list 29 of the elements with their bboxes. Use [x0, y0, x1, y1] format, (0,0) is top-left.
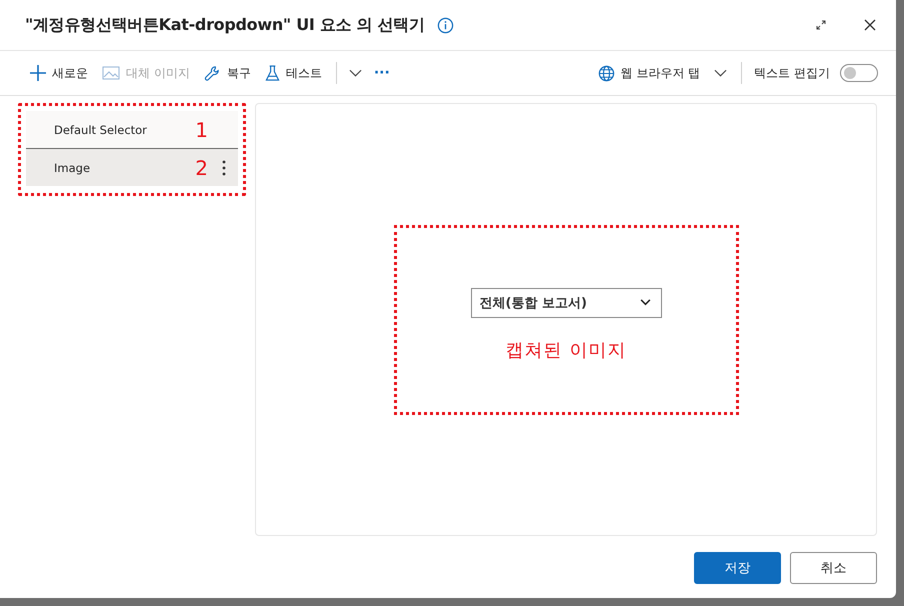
more-button[interactable]: ···	[374, 65, 396, 81]
selector-item[interactable]: Image 2	[26, 149, 238, 186]
image-icon	[102, 66, 120, 80]
browser-dropdown[interactable]: 웹 브라우저 탭	[598, 64, 734, 82]
save-button[interactable]: 저장	[694, 552, 781, 584]
flask-icon	[264, 64, 280, 82]
selector-item[interactable]: Default Selector 1	[26, 111, 238, 149]
wrench-icon	[204, 64, 221, 82]
chevron-down-icon[interactable]	[348, 69, 362, 77]
toolbar-button[interactable]: 테스트	[264, 64, 328, 82]
selector-label: Image	[54, 160, 92, 174]
toggle-switch[interactable]	[840, 64, 878, 82]
plus-icon	[30, 65, 46, 81]
window-title: "계정유형선택버튼Kat-dropdown" UI 요소 의 선택기	[25, 14, 425, 36]
annotation-number: 2	[195, 156, 208, 180]
more-vertical-icon[interactable]	[222, 160, 226, 176]
chevron-down-icon	[640, 299, 650, 306]
toolbar-button[interactable]: 새로운	[30, 64, 94, 82]
chevron-down-icon	[714, 69, 728, 77]
annotation-caption: 캡쳐된 이미지	[506, 338, 626, 362]
info-icon[interactable]	[436, 16, 454, 34]
expand-icon[interactable]	[816, 20, 826, 30]
cancel-button[interactable]: 취소	[790, 552, 877, 584]
annotation-number: 1	[195, 118, 208, 142]
selector-label: Default Selector	[54, 122, 148, 136]
toggle-label: 텍스트 편집기	[754, 64, 830, 82]
toolbar-button[interactable]: 복구	[204, 64, 257, 82]
globe-icon	[598, 64, 615, 82]
close-icon[interactable]	[864, 19, 876, 31]
